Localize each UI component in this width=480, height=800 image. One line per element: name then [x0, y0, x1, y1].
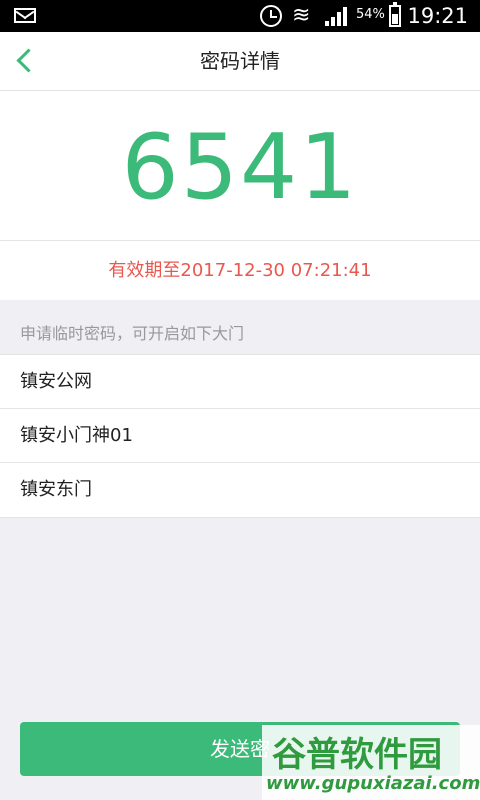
door-item[interactable]: 镇安公网: [0, 355, 480, 409]
battery-icon: [389, 2, 401, 27]
password-card: 6541: [0, 91, 480, 241]
watermark-logo: 谷普软件园: [272, 735, 442, 775]
mail-icon: [14, 8, 36, 23]
wifi-icon: ≋: [292, 3, 311, 28]
status-bar: ≋ 54% 19:21: [0, 0, 480, 32]
doors-section-label: 申请临时密码，可开启如下大门: [20, 324, 245, 343]
door-item[interactable]: 镇安东门: [0, 463, 480, 517]
nav-bar: 密码详情: [0, 32, 480, 91]
door-list: 镇安公网 镇安小门神01 镇安东门: [0, 354, 480, 518]
password-code: 6541: [121, 115, 359, 220]
validity-text: 有效期至2017-12-30 07:21:41: [0, 241, 480, 300]
alarm-icon: [260, 5, 282, 27]
page-title: 密码详情: [200, 49, 280, 73]
status-time: 19:21: [407, 4, 468, 28]
battery-percent: 54%: [356, 7, 385, 22]
watermark-url: www.gupuxiazai.com: [266, 773, 480, 794]
door-item[interactable]: 镇安小门神01: [0, 409, 480, 463]
watermark: 谷普软件园 www.gupuxiazai.com: [262, 725, 480, 800]
signal-icon: [325, 6, 351, 26]
